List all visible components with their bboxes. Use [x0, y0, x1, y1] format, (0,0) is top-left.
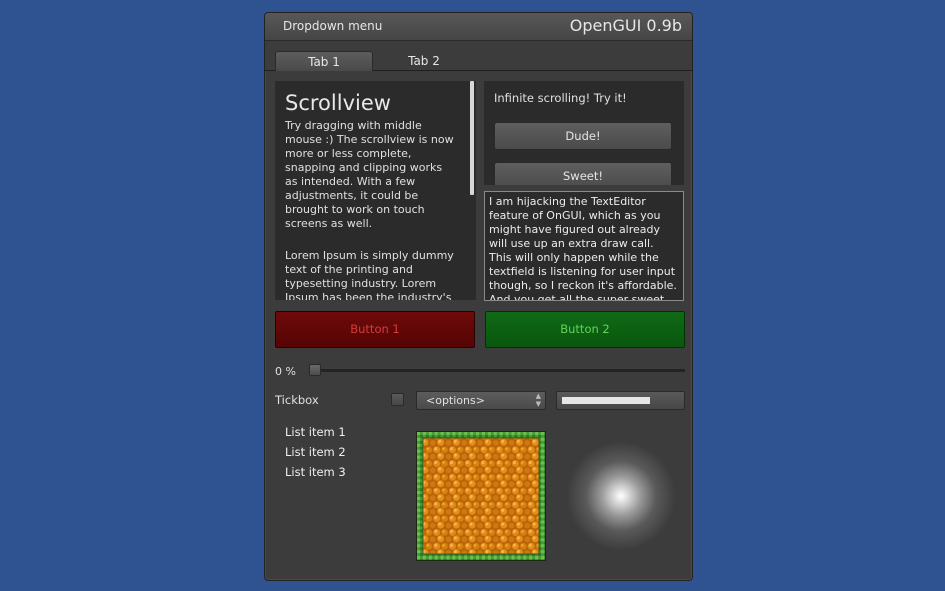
radial-glow-image [566, 441, 676, 551]
tab-1[interactable]: Tab 1 [275, 51, 373, 71]
infinite-scroll-label: Infinite scrolling! Try it! [494, 91, 627, 105]
button-2[interactable]: Button 2 [485, 311, 685, 348]
main-window: Dropdown menu OpenGUI 0.9b Tab 1 Tab 2 S… [264, 12, 693, 581]
scrollview-scrollbar[interactable] [470, 81, 474, 195]
options-dropdown[interactable]: <options> ▲ ▼ [416, 391, 546, 410]
bar-widget [556, 391, 685, 410]
item-list: List item 1 List item 2 List item 3 [285, 423, 346, 483]
text-editor-content: I am hijacking the TextEditor feature of… [489, 195, 677, 301]
title-bar: Dropdown menu OpenGUI 0.9b [265, 13, 692, 41]
button-1[interactable]: Button 1 [275, 311, 475, 348]
tab-bar: Tab 1 Tab 2 [265, 41, 692, 71]
scrollview-title: Scrollview [285, 91, 391, 115]
bar-widget-fill [562, 397, 650, 404]
updown-arrow-icon: ▲ ▼ [535, 392, 541, 408]
tickbox-label: Tickbox [275, 393, 319, 407]
tickbox-checkbox[interactable] [391, 393, 404, 406]
scrollview-paragraph-1: Try dragging with middle mouse :) The sc… [285, 119, 454, 230]
scrollview-paragraph-2: Lorem Ipsum is simply dummy text of the … [285, 249, 454, 300]
scrollview-content: Scrollview Try dragging with middle mous… [285, 91, 457, 300]
list-item[interactable]: List item 1 [285, 423, 346, 443]
tab-2[interactable]: Tab 2 [375, 51, 473, 71]
dropdown-menu-button[interactable]: Dropdown menu [283, 19, 382, 33]
dropdown-value: <options> [426, 394, 485, 407]
infinite-scroll-panel[interactable]: Infinite scrolling! Try it! Dude! Sweet! [484, 81, 684, 185]
grass-dirt-texture-image [416, 431, 546, 561]
list-item[interactable]: List item 3 [285, 463, 346, 483]
dude-button[interactable]: Dude! [494, 122, 672, 150]
progress-slider-track[interactable] [309, 369, 685, 372]
scrollview-panel[interactable]: Scrollview Try dragging with middle mous… [275, 81, 476, 300]
progress-slider-handle[interactable] [309, 364, 321, 376]
sweet-button[interactable]: Sweet! [494, 162, 672, 185]
list-item[interactable]: List item 2 [285, 443, 346, 463]
app-title: OpenGUI 0.9b [569, 16, 682, 35]
progress-label: 0 % [275, 365, 296, 378]
text-editor[interactable]: I am hijacking the TextEditor feature of… [484, 191, 684, 301]
